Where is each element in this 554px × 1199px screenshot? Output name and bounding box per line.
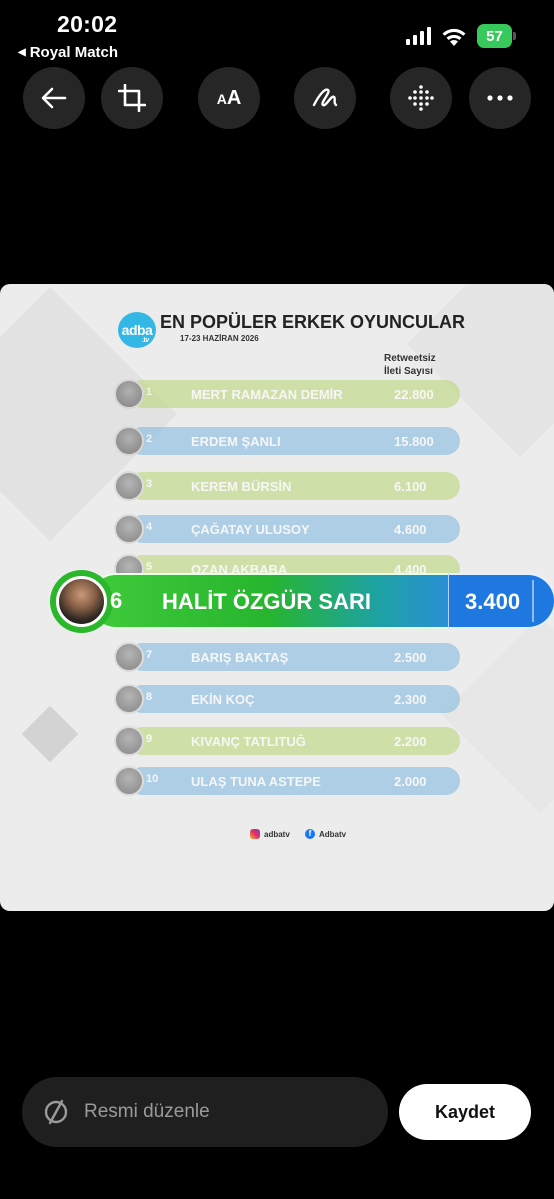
crop-button[interactable] <box>101 67 163 129</box>
ranking-value: 2.000 <box>394 774 427 789</box>
ranking-row: 4 ÇAĞATAY ULUSOY 4.600 <box>114 514 460 544</box>
more-button[interactable] <box>469 67 531 129</box>
crop-icon <box>118 84 146 112</box>
infographic-date: 17-23 HAZİRAN 2026 <box>180 334 259 343</box>
ranking-rank: 10 <box>146 773 159 785</box>
ranking-name: ERDEM ŞANLI <box>191 434 281 449</box>
ranking-name: KIVANÇ TATLITUĞ <box>191 734 306 749</box>
highlight-rank: 6 <box>110 588 123 613</box>
ranking-rank: 2 <box>146 433 153 445</box>
ranking-rank: 3 <box>146 478 153 490</box>
adba-logo: adba .tv <box>118 312 156 348</box>
facebook-handle: f Adbatv <box>305 829 346 839</box>
back-triangle-icon: ◀ <box>18 47 26 58</box>
edit-image-button[interactable]: Resmi düzenle <box>22 1077 388 1147</box>
ranking-rank: 9 <box>146 733 153 745</box>
text-button[interactable]: AA <box>198 67 260 129</box>
text-size-icon: AA <box>216 86 242 109</box>
ranking-rank: 8 <box>146 691 153 703</box>
facebook-icon: f <box>305 829 315 839</box>
avatar <box>114 514 144 544</box>
ranking-name: KEREM BÜRSİN <box>191 479 292 494</box>
ranking-name: ULAŞ TUNA ASTEPE <box>191 774 321 789</box>
column-header-line2: İleti Sayısı <box>384 366 433 377</box>
ranking-row: 7 BARIŞ BAKTAŞ 2.500 <box>114 642 460 672</box>
battery-nub <box>513 32 516 40</box>
ranking-row: 3 KEREM BÜRSİN 6.100 <box>114 471 460 501</box>
ranking-name: MERT RAMAZAN DEMİR <box>191 387 343 402</box>
highlight-name: HALİT ÖZGÜR SARI <box>162 589 371 614</box>
avatar <box>114 766 144 796</box>
ranking-row: 8 EKİN KOÇ 2.300 <box>114 684 460 714</box>
ranking-row: 1 MERT RAMAZAN DEMİR 22.800 <box>114 379 460 409</box>
ranking-row: 2 ERDEM ŞANLI 15.800 <box>114 426 460 456</box>
avatar <box>114 426 144 456</box>
back-button[interactable] <box>23 67 85 129</box>
battery-level: 57 <box>477 24 512 48</box>
arrow-left-icon <box>41 87 67 109</box>
edit-image-label: Resmi düzenle <box>84 1101 210 1122</box>
save-button[interactable]: Kaydet <box>399 1084 531 1140</box>
back-app-label: Royal Match <box>29 44 119 61</box>
logo-text: adba <box>121 322 153 338</box>
ranking-value: 22.800 <box>394 387 434 402</box>
ranking-value: 2.300 <box>394 692 427 707</box>
facebook-text: Adbatv <box>319 829 347 839</box>
ranking-name: ÇAĞATAY ULUSOY <box>191 522 310 537</box>
draw-button[interactable] <box>294 67 356 129</box>
clock: 20:02 <box>57 11 118 37</box>
avatar <box>114 471 144 501</box>
ranking-rank: 7 <box>146 649 153 661</box>
mosaic-button[interactable] <box>390 67 452 129</box>
ranking-rank: 4 <box>146 521 153 533</box>
instagram-handle: adbatv <box>250 829 290 839</box>
highlighted-row: 6 HALİT ÖZGÜR SARI 3.400 <box>50 570 554 633</box>
ranking-name: BARIŞ BAKTAŞ <box>191 650 289 665</box>
signal-icon <box>406 27 431 45</box>
highlight-divider <box>532 580 534 622</box>
battery-icon: 57 <box>477 24 517 48</box>
ranking-row: 9 KIVANÇ TATLITUĞ 2.200 <box>114 726 460 756</box>
instagram-icon <box>250 829 260 839</box>
logo-sub: .tv <box>142 337 149 344</box>
ranking-value: 4.600 <box>394 522 427 537</box>
ranking-row: 10 ULAŞ TUNA ASTEPE 2.000 <box>114 766 460 796</box>
instagram-text: adbatv <box>264 829 290 839</box>
column-header: Retweetsiz İleti Sayısı <box>384 352 436 378</box>
dot-grid-icon <box>408 85 434 111</box>
avatar <box>114 726 144 756</box>
avatar <box>114 684 144 714</box>
avatar <box>114 642 144 672</box>
ellipsis-icon <box>487 95 513 101</box>
avatar <box>56 576 107 627</box>
edit-sparkle-icon <box>44 1099 68 1125</box>
ranking-value: 15.800 <box>394 434 434 449</box>
highlight-value: 3.400 <box>465 589 521 614</box>
avatar <box>114 379 144 409</box>
ranking-value: 6.100 <box>394 479 427 494</box>
column-header-line1: Retweetsiz <box>384 353 436 364</box>
scribble-icon <box>312 88 338 107</box>
infographic-title: EN POPÜLER ERKEK OYUNCULAR <box>160 312 466 332</box>
ranking-value: 2.200 <box>394 734 427 749</box>
ranking-rank: 1 <box>146 386 153 398</box>
ranking-value: 2.500 <box>394 650 427 665</box>
ranking-name: EKİN KOÇ <box>191 692 255 707</box>
wifi-icon <box>442 28 466 46</box>
status-bar: 20:02 ◀ Royal Match 57 <box>0 0 554 66</box>
back-to-app-link[interactable]: ◀ Royal Match <box>18 44 118 61</box>
